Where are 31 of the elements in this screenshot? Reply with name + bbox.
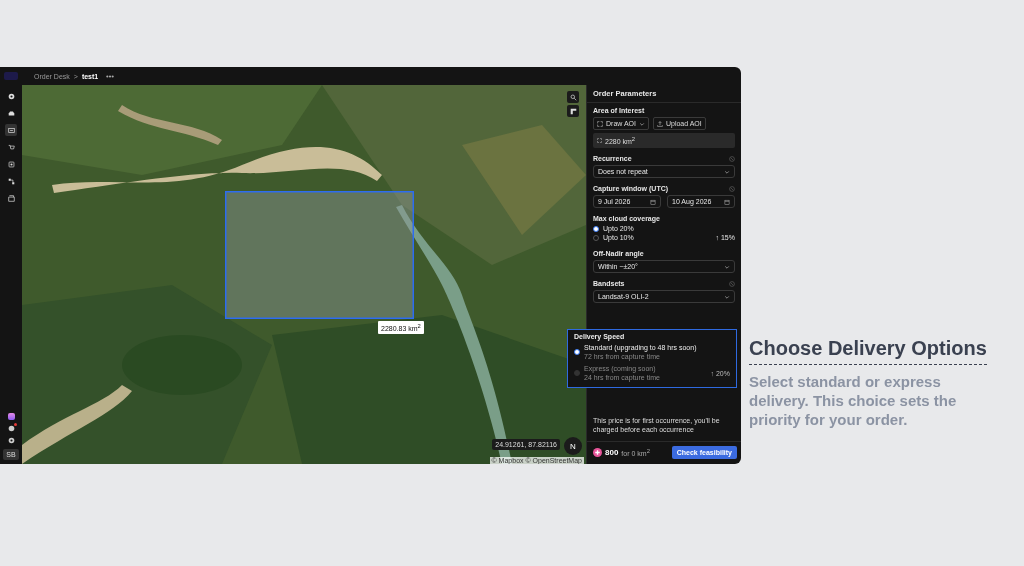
search-button[interactable] — [567, 91, 579, 103]
calendar-icon — [650, 198, 656, 205]
store-icon — [7, 194, 15, 202]
caret-icon — [724, 293, 730, 300]
credit-icon — [593, 448, 602, 457]
upload-icon — [656, 120, 663, 127]
sidebar-item[interactable] — [5, 124, 17, 136]
more-icon — [106, 74, 115, 78]
layers-icon — [569, 107, 577, 115]
callout-text: Select standard or express delivery. This choice sets the priority for your order. — [749, 373, 958, 430]
camera-icon — [7, 160, 15, 168]
app-icon[interactable] — [7, 413, 15, 420]
network-icon — [7, 177, 15, 185]
selection-icon — [597, 138, 602, 144]
layers-button[interactable] — [567, 105, 579, 117]
radio-button[interactable] — [593, 225, 599, 232]
compass-icon — [7, 92, 15, 100]
search-icon — [569, 93, 577, 101]
caret-icon — [724, 168, 730, 175]
notification-icon[interactable] — [7, 425, 15, 432]
callout-title: Choose Delivery Options — [749, 337, 987, 365]
caret-icon — [638, 120, 645, 127]
price-amount: 800 — [605, 448, 619, 457]
logo-icon — [4, 72, 18, 80]
selection-icon — [597, 120, 603, 127]
caret-icon — [724, 263, 730, 270]
card-icon — [7, 126, 15, 134]
car-icon — [7, 109, 15, 117]
calendar-icon — [724, 198, 730, 205]
help-icon — [7, 437, 15, 444]
radio-button[interactable] — [574, 349, 580, 355]
